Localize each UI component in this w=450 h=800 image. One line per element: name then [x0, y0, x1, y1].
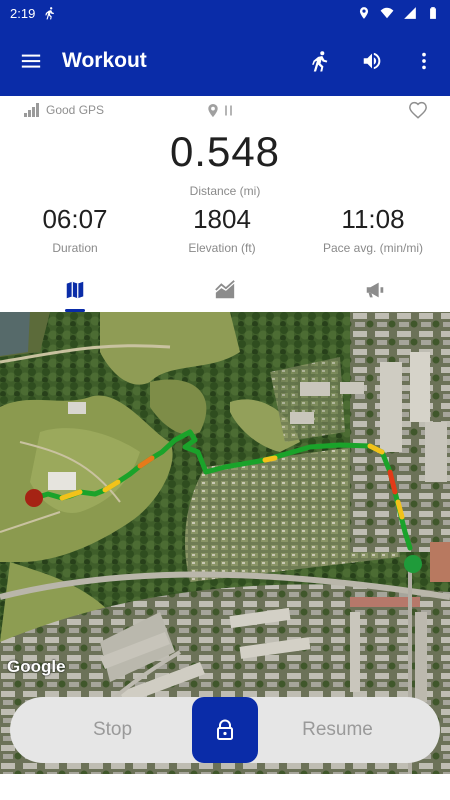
elevation-metric: 1804 Elevation (ft) [147, 204, 297, 255]
run-icon [45, 7, 55, 20]
tab-map[interactable] [0, 268, 150, 312]
sensor-indicators [207, 103, 233, 118]
page-title: Workout [62, 49, 147, 72]
elevation-value: 1804 [193, 204, 251, 234]
app-bar: Workout [0, 26, 450, 96]
gps-status-label: Good GPS [46, 103, 105, 117]
status-icons [357, 6, 440, 20]
chart-icon [215, 280, 235, 299]
location-pin-icon [208, 103, 218, 118]
resume-button[interactable]: Resume [235, 697, 440, 763]
gps-status: Good GPS [24, 103, 104, 117]
more-options-button[interactable] [398, 26, 450, 96]
view-tabs [0, 268, 450, 312]
workout-screen: 2:19 Workout Good GPS 0.548 Distance (mi… [0, 0, 450, 800]
start-marker [25, 489, 43, 507]
location-icon [359, 7, 369, 19]
lock-icon [217, 719, 233, 740]
tab-chart[interactable] [150, 268, 300, 312]
activity-type-button[interactable] [294, 26, 346, 96]
megaphone-icon [366, 282, 384, 298]
menu-button[interactable] [0, 26, 62, 96]
gps-signal-icon [24, 103, 39, 117]
battery-icon [430, 7, 436, 19]
pace-label: Pace avg. (min/mi) [322, 241, 424, 255]
app-bar-actions [294, 26, 450, 96]
pace-value: 11:08 [341, 204, 405, 234]
tab-announcements[interactable] [300, 268, 450, 312]
volume-button[interactable] [346, 26, 398, 96]
map-icon [66, 281, 84, 299]
distance-value: 0.548 [169, 128, 281, 175]
duration-metric: 06:07 Duration [0, 204, 150, 255]
distance-label: Distance (mi) [189, 184, 261, 198]
more-vert-icon [422, 52, 426, 70]
signal-icon [404, 7, 416, 19]
status-bar: 2:19 [0, 0, 450, 26]
wifi-icon [380, 7, 394, 19]
current-position-marker [404, 555, 422, 573]
lock-button[interactable] [192, 697, 258, 763]
menu-icon [21, 54, 41, 68]
status-time: 2:19 [10, 5, 36, 21]
volume-icon [363, 52, 381, 70]
run-icon [312, 51, 328, 72]
pause-indicator-icon [225, 105, 232, 116]
pace-metric: 11:08 Pace avg. (min/mi) [298, 204, 448, 255]
duration-label: Duration [52, 241, 98, 255]
bottom-area [0, 774, 450, 800]
google-attribution: Google [7, 657, 66, 676]
heart-icon[interactable] [408, 101, 428, 119]
stats-panel: Good GPS 0.548 Distance (mi) 06:07 Durat… [0, 96, 450, 312]
stop-button[interactable]: Stop [10, 697, 215, 763]
duration-value: 06:07 [42, 204, 108, 234]
elevation-label: Elevation (ft) [188, 241, 256, 255]
